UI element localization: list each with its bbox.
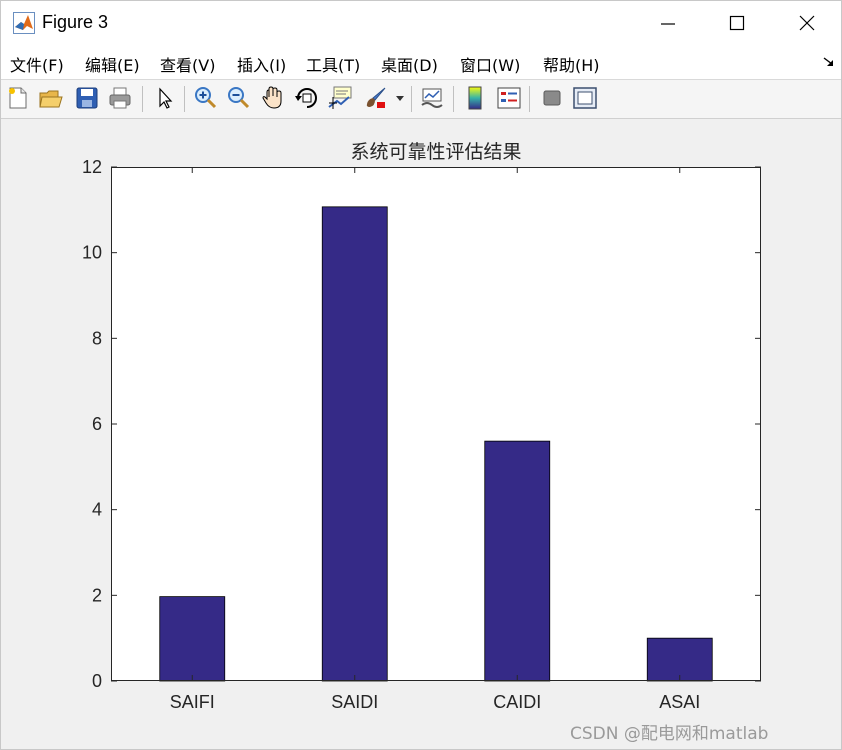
toolbar-separator [453,86,454,112]
y-tick-label: 10 [82,243,102,263]
new-figure-icon [9,87,27,109]
menu-item[interactable]: 插入(I) [237,52,286,76]
menu-item[interactable]: 编辑(E) [85,52,140,76]
open-file-button[interactable] [38,85,64,111]
close-button[interactable] [784,1,830,45]
show-plot-tools-icon [573,87,597,109]
bar-caidi [484,440,551,682]
bar-saifi [159,596,226,682]
colorbar-button[interactable] [462,85,488,111]
y-tick-label: 8 [92,328,102,348]
close-icon [799,15,815,31]
figure-toolbar [1,80,841,119]
brush-button[interactable] [363,85,389,111]
data-cursor-button[interactable] [327,85,353,111]
legend-icon [497,87,521,109]
window-title: Figure 3 [42,12,109,32]
save-icon [76,87,98,109]
menu-item[interactable]: 工具(T) [306,52,360,76]
pan-button[interactable] [260,85,286,111]
rotate-3d-button[interactable] [294,85,320,111]
hide-plot-tools-button[interactable] [539,85,565,111]
menu-item[interactable]: 文件(F) [10,52,64,76]
legend-button[interactable] [496,85,522,111]
x-tick-label: SAIFI [170,692,215,712]
colorbar-icon [468,86,482,110]
maximize-icon [729,15,745,31]
link-plot-button[interactable] [419,85,445,111]
zoom-out-button[interactable] [225,85,251,111]
menu-item[interactable]: 查看(V) [160,52,215,76]
print-button[interactable] [107,85,133,111]
rotate-3d-icon [295,88,317,108]
bar-asai [646,637,713,682]
bar-saidi [321,206,388,682]
brush-icon [366,87,386,108]
matlab-logo-icon [13,12,35,34]
data-cursor-icon [328,86,352,109]
zoom-in-button[interactable] [192,85,218,111]
print-icon [109,87,131,109]
hide-plot-tools-icon [543,90,561,106]
link-plot-icon [421,88,443,108]
y-tick-label: 12 [82,157,102,177]
bar-chart[interactable]: 0 2 4 6 8 10 12 SAIFI SAIDI CAIDI ASAI 系统可靠性评估结果 [1,119,841,719]
open-file-icon [39,90,63,108]
maximize-button[interactable] [714,1,760,45]
toolbar-separator [529,86,530,112]
new-figure-button[interactable] [5,85,31,111]
save-button[interactable] [74,85,100,111]
chart-title: 系统可靠性评估结果 [350,141,521,163]
x-tick-label: CAIDI [493,692,541,712]
pan-hand-icon [262,86,282,109]
y-tick-label: 2 [92,585,102,605]
minimize-button[interactable] [645,1,691,45]
zoom-in-icon [195,87,217,109]
toolbar-separator [411,86,412,112]
title-bar[interactable]: Figure 3 [1,1,841,45]
x-tick-label: ASAI [659,692,700,712]
brush-dropdown-button[interactable] [393,85,407,111]
y-tick-label: 6 [92,414,102,434]
menu-item[interactable]: 桌面(D) [381,52,438,76]
figure-window: Figure 3 文件(F) 编辑(E) 查看(V) 插入(I) 工具(T) 桌面(D) 窗… [0,0,842,750]
select-arrow-icon [159,87,173,109]
select-button[interactable] [152,85,178,111]
figure-canvas-area: 0 2 4 6 8 10 12 SAIFI SAIDI CAIDI ASAI 系统可靠性评估结果 [1,119,841,749]
menu-bar: 文件(F) 编辑(E) 查看(V) 插入(I) 工具(T) 桌面(D) 窗口(W) 帮助(H) [1,45,841,80]
y-tick-label: 4 [92,500,102,520]
watermark: CSDN @配电网和matlab [570,724,769,744]
expand-menu-icon[interactable] [823,56,835,68]
show-plot-tools-button[interactable] [572,85,598,111]
menu-item[interactable]: 窗口(W) [460,52,520,76]
menu-item[interactable]: 帮助(H) [543,52,600,76]
toolbar-separator [142,86,143,112]
dropdown-arrow-icon [396,96,404,101]
x-tick-label: SAIDI [331,692,378,712]
minimize-icon [661,23,675,25]
zoom-out-icon [228,87,250,109]
toolbar-separator [184,86,185,112]
y-tick-label: 0 [92,671,102,691]
